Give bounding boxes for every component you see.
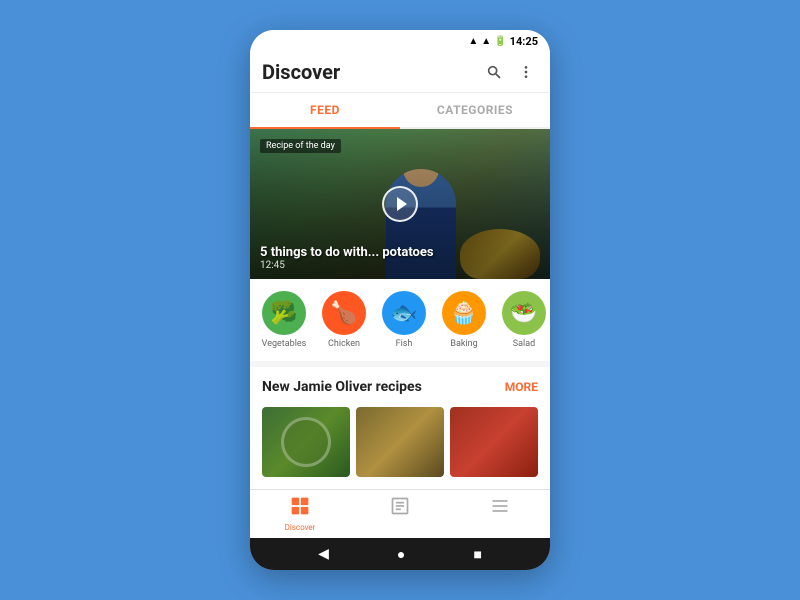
recipes-section-title: New Jamie Oliver recipes: [262, 379, 422, 395]
status-time: 14:25: [510, 35, 538, 48]
recipe-thumb-3[interactable]: [450, 407, 538, 477]
category-vegetables[interactable]: 🥦 Vegetables: [258, 291, 310, 349]
search-button[interactable]: [482, 60, 506, 84]
signal-icon: ▲: [481, 36, 491, 47]
search-icon: [486, 64, 502, 80]
android-nav: ◀ ● ■: [250, 538, 550, 570]
recipes-icon: [390, 496, 410, 521]
play-icon: [397, 197, 407, 211]
category-baking-icon: 🧁: [442, 291, 486, 335]
recipes-grid: [250, 401, 550, 489]
home-button[interactable]: ●: [397, 546, 405, 563]
back-button[interactable]: ◀: [318, 546, 329, 562]
category-vegetables-label: Vegetables: [262, 339, 307, 349]
thumb-overlay: [281, 417, 331, 467]
play-button[interactable]: [382, 186, 418, 222]
hero-title: 5 things to do with... potatoes: [260, 245, 434, 260]
app-title: Discover: [262, 60, 340, 84]
bottom-nav: Discover: [250, 489, 550, 538]
app-bar: Discover: [250, 52, 550, 93]
more-dots-icon: [518, 64, 534, 80]
recipe-thumb-2[interactable]: [356, 407, 444, 477]
discover-icon: [290, 496, 310, 521]
tab-bar: FEED CATEGORIES: [250, 93, 550, 129]
recipes-nav-icon: [390, 496, 410, 516]
category-chicken-icon: 🍗: [322, 291, 366, 335]
category-baking[interactable]: 🧁 Baking: [438, 291, 490, 349]
discover-nav-icon: [290, 496, 310, 516]
hero-video[interactable]: Recipe of the day 5 things to do with...…: [250, 129, 550, 279]
hero-duration: 12:45: [260, 260, 434, 271]
battery-icon: 🔋: [494, 36, 506, 47]
categories-row: 🥦 Vegetables 🍗 Chicken 🐟 Fish 🧁: [250, 279, 550, 361]
category-salad[interactable]: 🥗 Salad: [498, 291, 550, 349]
category-chicken-label: Chicken: [328, 339, 360, 349]
recipe-thumb-1[interactable]: [262, 407, 350, 477]
nav-discover[interactable]: Discover: [250, 496, 350, 532]
phone-frame: ▲ ▲ 🔋 14:25 Discover: [250, 30, 550, 570]
tab-feed[interactable]: FEED: [250, 93, 400, 129]
nav-menu[interactable]: [450, 496, 550, 532]
recipe-badge: Recipe of the day: [260, 139, 341, 153]
tab-categories[interactable]: CATEGORIES: [400, 93, 550, 127]
category-chicken[interactable]: 🍗 Chicken: [318, 291, 370, 349]
status-bar: ▲ ▲ 🔋 14:25: [250, 30, 550, 52]
more-button[interactable]: [514, 60, 538, 84]
recipes-section-header: New Jamie Oliver recipes MORE: [250, 367, 550, 401]
category-salad-label: Salad: [513, 339, 535, 349]
scroll-content[interactable]: Recipe of the day 5 things to do with...…: [250, 129, 550, 489]
category-fish-icon: 🐟: [382, 291, 426, 335]
menu-icon: [490, 496, 510, 521]
wifi-icon: ▲: [468, 36, 478, 47]
nav-discover-label: Discover: [285, 523, 316, 532]
category-fish-label: Fish: [396, 339, 413, 349]
hero-text: 5 things to do with... potatoes 12:45: [260, 245, 434, 271]
status-icons: ▲ ▲ 🔋 14:25: [468, 35, 538, 48]
menu-nav-icon: [490, 496, 510, 516]
app-bar-actions: [482, 60, 538, 84]
category-vegetables-icon: 🥦: [262, 291, 306, 335]
category-salad-icon: 🥗: [502, 291, 546, 335]
more-button[interactable]: MORE: [505, 380, 538, 394]
category-baking-label: Baking: [450, 339, 477, 349]
category-fish[interactable]: 🐟 Fish: [378, 291, 430, 349]
recent-button[interactable]: ■: [473, 546, 481, 563]
nav-recipes[interactable]: [350, 496, 450, 532]
